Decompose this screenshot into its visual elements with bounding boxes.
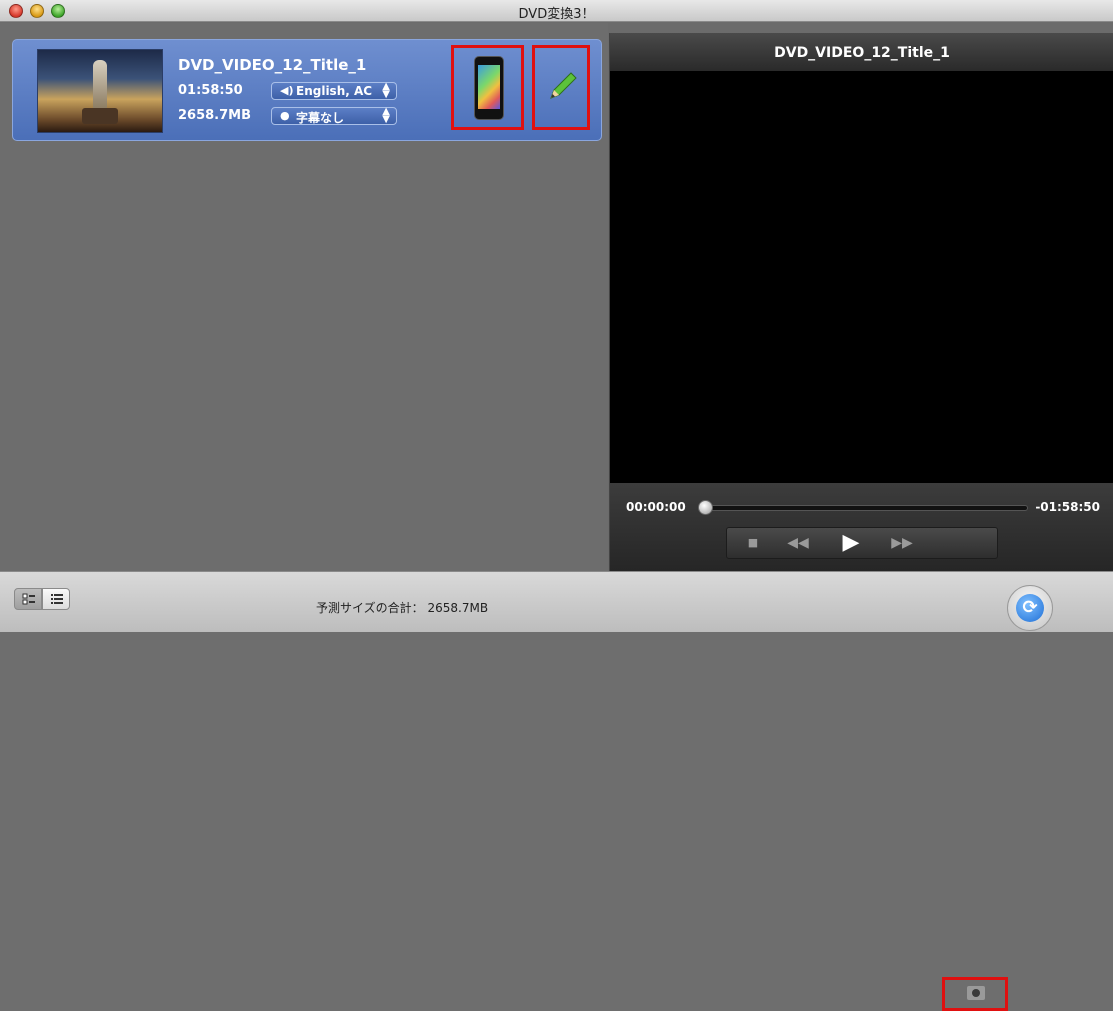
- title-bar: DVD変換3！: [0, 0, 1113, 22]
- play-button[interactable]: ▶: [831, 528, 871, 558]
- list-view-button[interactable]: [42, 588, 70, 610]
- bottom-bar: 予測サイズの合計： 2658.7MB ⟳: [0, 571, 1113, 632]
- updown-arrows-icon: ▲ ▼: [382, 81, 390, 100]
- title-size: 2658.7MB: [178, 108, 252, 123]
- updown-arrows-icon: ▲ ▼: [382, 106, 390, 125]
- subtitle-select[interactable]: ● 字幕なし ▲ ▼: [271, 107, 397, 125]
- title-thumbnail: [37, 49, 163, 133]
- thumbnail-view-button[interactable]: [14, 588, 42, 610]
- remaining-time: -01:58:50: [1035, 500, 1100, 514]
- audio-track-value: English, AC: [296, 84, 373, 98]
- current-time: 00:00:00: [626, 500, 686, 514]
- window-title: DVD変換3！: [518, 7, 595, 22]
- audio-track-select[interactable]: ◀) English, AC ▲ ▼: [271, 82, 397, 100]
- fast-forward-button[interactable]: ▶▶: [887, 528, 917, 558]
- total-size-value: 2658.7MB: [427, 601, 489, 615]
- stop-icon: ■: [747, 536, 759, 549]
- preview-title: DVD_VIDEO_12_Title_1: [610, 33, 1113, 71]
- app-window: DVD変換3！ DVD_VIDEO_12_Title_1 01:58:50 26…: [0, 0, 1113, 1011]
- subtitle-value: 字幕なし: [296, 111, 345, 125]
- stop-button[interactable]: ■: [741, 528, 765, 558]
- total-size-label: 予測サイズの合計：: [316, 601, 424, 615]
- title-name: DVD_VIDEO_12_Title_1: [178, 56, 367, 74]
- fast-forward-icon: ▶▶: [891, 535, 913, 551]
- seek-slider[interactable]: [702, 505, 1028, 511]
- estimated-total-size: 予測サイズの合計： 2658.7MB: [316, 599, 488, 616]
- edit-button[interactable]: [532, 45, 590, 130]
- camera-icon: [967, 986, 985, 1000]
- speaker-icon: ◀): [280, 84, 294, 97]
- video-viewport[interactable]: [610, 71, 1113, 483]
- play-icon: ▶: [842, 530, 860, 555]
- snapshot-button[interactable]: [942, 977, 1008, 1011]
- title-list-pane: DVD_VIDEO_12_Title_1 01:58:50 2658.7MB ◀…: [0, 23, 608, 571]
- iphone-icon: [474, 56, 504, 120]
- transport-bar: ■ ◀◀ ▶ ▶▶: [726, 527, 998, 559]
- title-duration: 01:58:50: [178, 83, 243, 98]
- player-controls: 00:00:00 -01:58:50 ■ ◀◀ ▶ ▶▶: [610, 483, 1113, 1011]
- seek-knob[interactable]: [698, 500, 713, 515]
- title-list-item[interactable]: DVD_VIDEO_12_Title_1 01:58:50 2658.7MB ◀…: [12, 39, 602, 141]
- rewind-button[interactable]: ◀◀: [783, 528, 813, 558]
- pencil-icon: [550, 72, 577, 99]
- preview-pane: DVD_VIDEO_12_Title_1 00:00:00 -01:58:50 …: [609, 33, 1113, 1011]
- list-view-icon: [51, 594, 63, 604]
- convert-button[interactable]: ⟳: [1007, 585, 1053, 631]
- refresh-arrows-icon: ⟳: [1016, 594, 1044, 622]
- output-device-button[interactable]: [451, 45, 524, 130]
- speech-bubble-icon: ●: [280, 109, 290, 122]
- rewind-icon: ◀◀: [787, 535, 809, 551]
- thumbnail-view-icon: [22, 593, 35, 605]
